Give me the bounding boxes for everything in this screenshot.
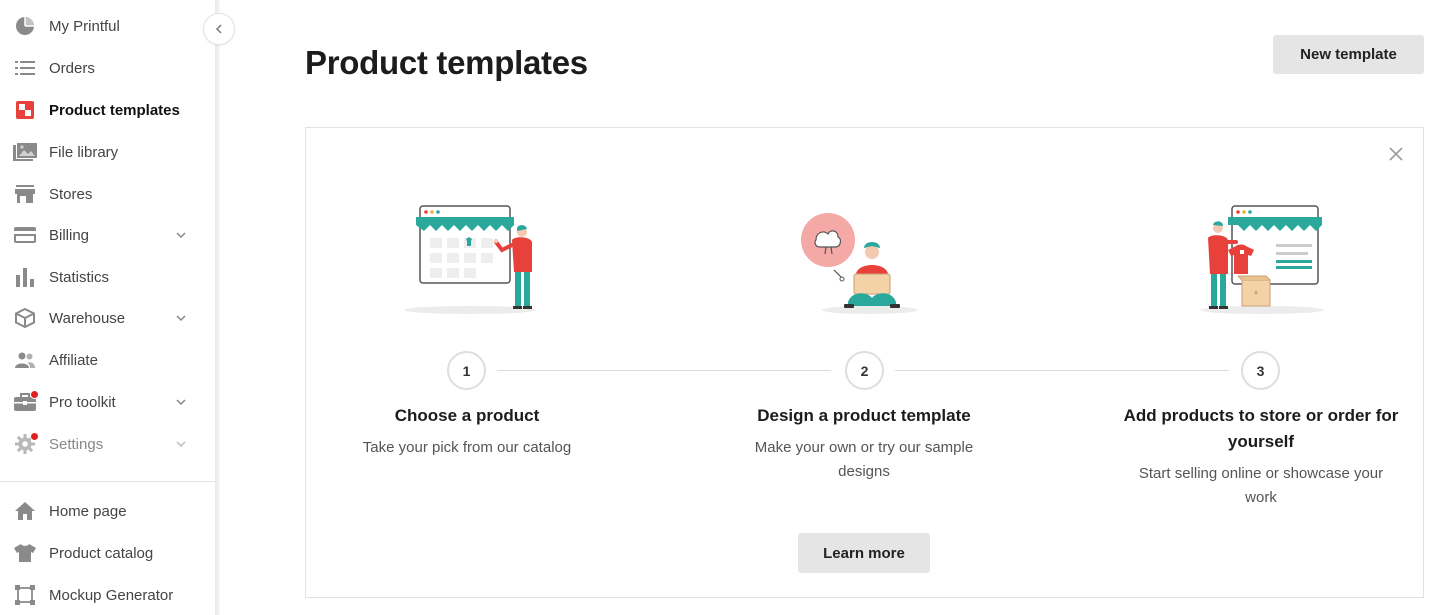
chevron-left-icon (215, 24, 222, 34)
sidebar-item-warehouse[interactable]: Warehouse (0, 298, 215, 338)
sidebar-item-affiliate[interactable]: Affiliate (0, 340, 215, 380)
step-number-badge: 1 (447, 351, 486, 390)
notification-dot (30, 390, 39, 399)
product-templates-icon (13, 98, 37, 122)
step-title: Design a product template (757, 406, 971, 425)
sidebar-item-file-library[interactable]: File library (0, 132, 215, 172)
step-description: Start selling online or showcase your wo… (1138, 465, 1384, 506)
step-description: Take your pick from our catalog (362, 439, 572, 456)
sidebar-item-label: Mockup Generator (49, 586, 174, 604)
sidebar-item-home-page[interactable]: Home page (0, 491, 215, 531)
step-title: Add products to store or order for yours… (1123, 406, 1399, 451)
add-to-store-illustration (1200, 205, 1324, 314)
close-icon[interactable] (1386, 144, 1406, 164)
image-gallery-icon (13, 140, 37, 164)
sidebar-item-billing[interactable]: Billing (0, 215, 215, 255)
sidebar-item-pro-toolkit[interactable]: Pro toolkit (0, 382, 215, 422)
sidebar-item-statistics[interactable]: Statistics (0, 257, 215, 297)
box-icon (13, 306, 37, 330)
sidebar-item-label: Orders (49, 59, 95, 77)
sidebar-item-label: Billing (49, 226, 90, 244)
home-icon (13, 499, 37, 523)
sidebar-item-label: My Printful (49, 17, 120, 35)
credit-card-icon (13, 223, 37, 247)
sidebar-edge (215, 0, 220, 615)
sidebar-item-label: Affiliate (49, 351, 98, 369)
people-icon (13, 348, 37, 372)
sidebar-item-label: Product templates (49, 101, 180, 119)
sidebar-item-stores[interactable]: Stores (0, 174, 215, 214)
sidebar: My Printful Orders Product templates Fil… (0, 0, 220, 615)
step-description: Make your own or try our sample designs (754, 439, 974, 480)
chevron-down-icon[interactable] (173, 227, 189, 243)
design-template-illustration (801, 213, 918, 314)
bar-chart-icon (13, 265, 37, 289)
sidebar-item-label: Settings (49, 435, 104, 453)
chevron-down-icon[interactable] (173, 436, 189, 452)
sidebar-item-mockup-generator[interactable]: Mockup Generator (0, 575, 215, 615)
sidebar-item-orders[interactable]: Orders (0, 48, 215, 88)
step-number-badge: 2 (845, 351, 884, 390)
frame-icon (13, 583, 37, 607)
page-title: Product templates (305, 44, 588, 81)
sidebar-divider (0, 481, 220, 482)
list-icon (13, 56, 37, 80)
new-template-button[interactable]: New template (1273, 35, 1424, 74)
sidebar-item-label: Statistics (49, 268, 110, 286)
step-number-badge: 3 (1241, 351, 1280, 390)
sidebar-item-label: Product catalog (49, 544, 154, 562)
step-connector (895, 370, 1229, 371)
learn-more-button[interactable]: Learn more (798, 533, 930, 573)
step-title: Choose a product (394, 406, 540, 425)
chevron-down-icon[interactable] (173, 310, 189, 326)
sidebar-item-settings[interactable]: Settings (0, 424, 215, 464)
notification-dot (30, 432, 39, 441)
sidebar-item-product-catalog[interactable]: Product catalog (0, 533, 215, 573)
sidebar-item-label: Stores (49, 185, 93, 203)
chevron-down-icon[interactable] (173, 394, 189, 410)
sidebar-item-label: Home page (49, 502, 127, 520)
sidebar-item-product-templates[interactable]: Product templates (0, 90, 215, 130)
sidebar-item-label: Pro toolkit (49, 393, 116, 411)
choose-product-illustration (404, 205, 536, 314)
sidebar-item-my-printful[interactable]: My Printful (0, 6, 215, 46)
collapse-sidebar-button[interactable] (203, 13, 235, 45)
step-connector (497, 370, 831, 371)
pie-chart-icon (13, 14, 37, 38)
tshirt-icon (13, 541, 37, 565)
store-icon (13, 182, 37, 206)
sidebar-item-label: File library (49, 143, 119, 161)
sidebar-item-label: Warehouse (49, 309, 126, 327)
